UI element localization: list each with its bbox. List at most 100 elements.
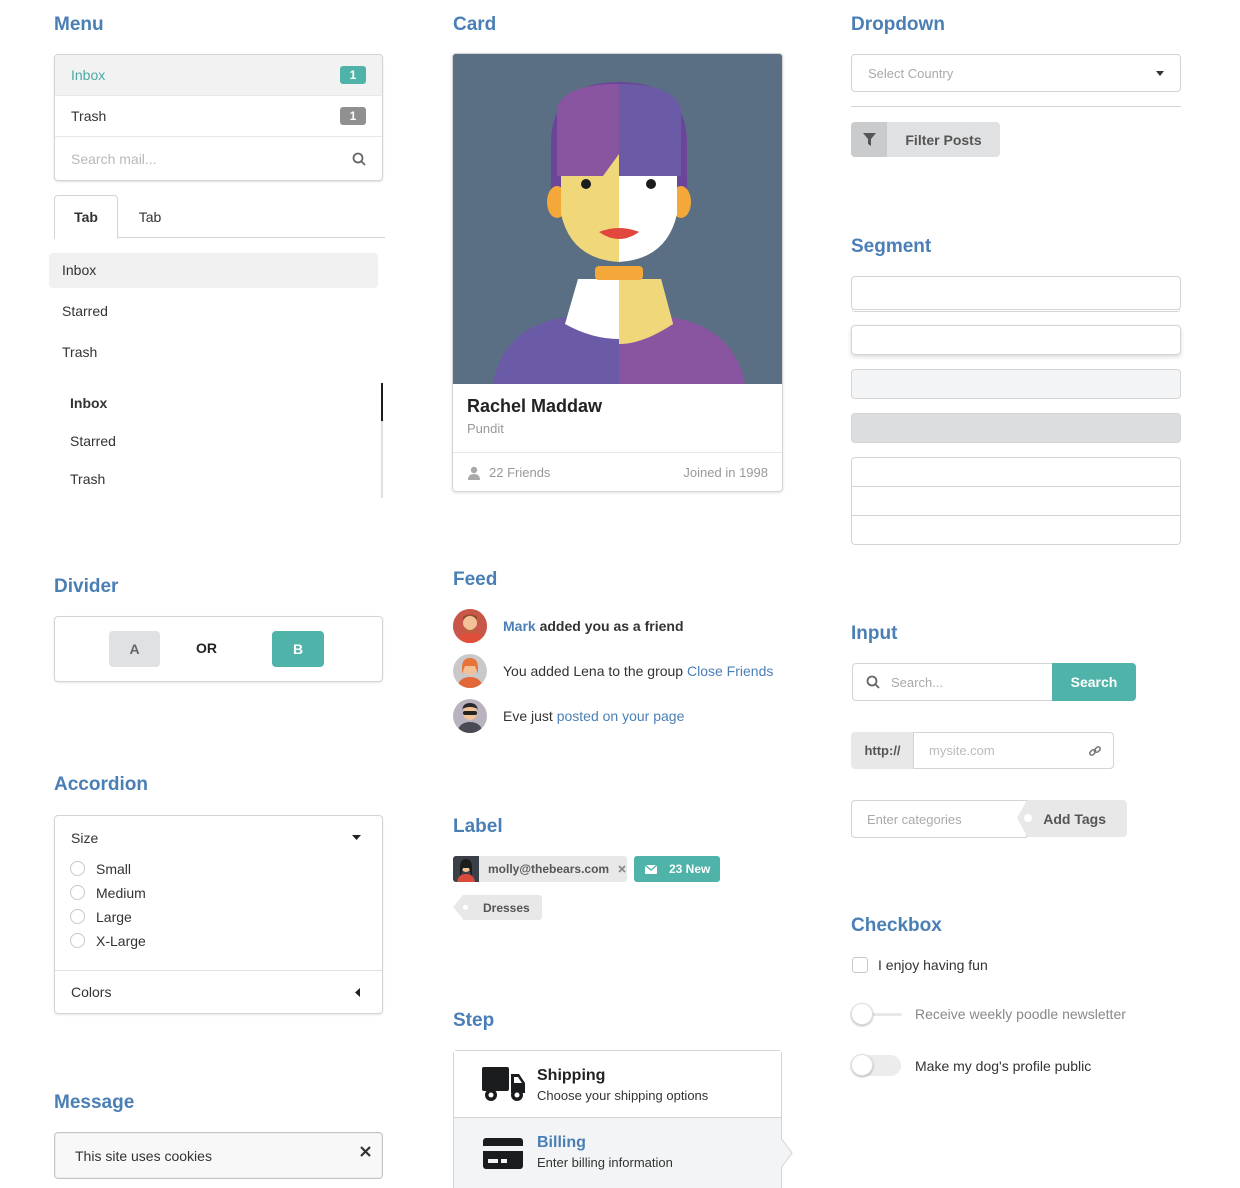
- url-input[interactable]: mysite.com: [913, 732, 1114, 769]
- profile-illustration: [453, 54, 782, 384]
- public-profile-toggle-knob[interactable]: [851, 1054, 873, 1076]
- menu-item-trash[interactable]: Trash 1: [55, 96, 382, 137]
- friends-link[interactable]: 22 Friends: [467, 465, 550, 480]
- feed-event-1: Mark added you as a friend: [503, 618, 684, 634]
- step-desc: Enter billing information: [537, 1155, 673, 1170]
- vertical-menu-item-starred[interactable]: Starred: [62, 303, 108, 319]
- tag-label-text: Dresses: [483, 900, 530, 915]
- search-button[interactable]: Search: [1052, 663, 1136, 701]
- step-billing[interactable]: Billing Enter billing information: [454, 1118, 781, 1188]
- count-badge: 1: [340, 107, 366, 125]
- radio-large[interactable]: [70, 909, 85, 924]
- vertical-menu-active-bg: [49, 253, 378, 288]
- section-title-checkbox: Checkbox: [851, 915, 942, 936]
- categories-placeholder: Enter categories: [867, 811, 962, 827]
- pointing-menu-item-trash[interactable]: Trash: [70, 471, 105, 487]
- radio-label-large: Large: [96, 909, 132, 925]
- pointing-menu-item-starred[interactable]: Starred: [70, 433, 116, 449]
- vertical-menu-item-inbox[interactable]: Inbox: [62, 262, 96, 278]
- tab-1[interactable]: Tab: [54, 195, 118, 239]
- filter-icon: [851, 122, 887, 157]
- card-meta: Pundit: [467, 421, 504, 436]
- segment-group: [851, 457, 1181, 545]
- avatar-molly: [453, 856, 479, 882]
- card-name: Rachel Maddaw: [467, 396, 603, 416]
- secondary-segment: [851, 369, 1181, 399]
- section-title-dropdown: Dropdown: [851, 14, 945, 35]
- active-step-pointer: [781, 1138, 793, 1168]
- email-label[interactable]: molly@thebears.com: [453, 856, 627, 882]
- pointing-menu-active-indicator: [381, 383, 383, 421]
- feed-event-2: You added Lena to the group Close Friend…: [503, 663, 773, 679]
- profile-card[interactable]: Rachel Maddaw Pundit 22 Friends Joined i…: [452, 53, 783, 492]
- section-title-divider: Divider: [54, 576, 119, 597]
- url-placeholder: mysite.com: [929, 743, 995, 758]
- search-input[interactable]: Search...: [852, 663, 1053, 701]
- step-title: Billing: [537, 1134, 586, 1151]
- section-title-accordion: Accordion: [54, 774, 148, 795]
- user-icon: [468, 466, 480, 480]
- menu-item-inbox[interactable]: Inbox 1: [55, 55, 382, 96]
- step-group: Shipping Choose your shipping options Bi…: [453, 1050, 782, 1188]
- new-mail-count: 23 New: [669, 862, 711, 876]
- cookie-message: This site uses cookies: [54, 1132, 383, 1179]
- step-shipping[interactable]: Shipping Choose your shipping options: [454, 1051, 781, 1118]
- option-b-button[interactable]: B: [272, 631, 324, 667]
- avatar-eve[interactable]: [453, 699, 487, 733]
- segment-separator: [852, 515, 1180, 516]
- segment-separator: [852, 486, 1180, 487]
- mail-icon: [645, 864, 657, 874]
- avatar-mark[interactable]: [453, 609, 487, 643]
- mail-menu: Inbox 1 Trash 1 Search mail...: [54, 54, 383, 181]
- pointing-menu-item-inbox[interactable]: Inbox: [70, 395, 107, 411]
- feed-post-link[interactable]: posted on your page: [557, 708, 685, 724]
- card-footer: 22 Friends Joined in 1998: [453, 452, 782, 491]
- section-title-input: Input: [851, 623, 898, 644]
- section-title-step: Step: [453, 1010, 495, 1031]
- email-label-text: molly@thebears.com: [488, 862, 610, 876]
- feed-user-link[interactable]: Mark: [503, 618, 536, 634]
- radio-medium[interactable]: [70, 885, 85, 900]
- radio-label-small: Small: [96, 861, 132, 877]
- slider-label-newsletter: Receive weekly poodle newsletter: [915, 1006, 1126, 1022]
- message-text: This site uses cookies: [75, 1148, 212, 1164]
- fun-checkbox[interactable]: [852, 957, 868, 973]
- radio-small[interactable]: [70, 861, 85, 876]
- new-mail-label[interactable]: 23 New: [634, 856, 720, 882]
- feed-group-link[interactable]: Close Friends: [687, 663, 773, 679]
- option-a-button[interactable]: A: [109, 631, 160, 667]
- tag-label-dresses[interactable]: Dresses: [453, 895, 542, 920]
- raised-segment: [851, 325, 1181, 355]
- section-title-label: Label: [453, 816, 503, 837]
- truck-icon: [482, 1067, 525, 1101]
- categories-input[interactable]: Enter categories: [851, 800, 1027, 838]
- country-dropdown[interactable]: Select Country: [851, 54, 1181, 92]
- url-prefix-label: http://: [851, 732, 914, 769]
- accordion-title-size[interactable]: Size: [71, 830, 98, 846]
- search-icon: [352, 152, 366, 166]
- radio-label-x-large: X-Large: [96, 933, 146, 949]
- caret-down-icon: [352, 835, 361, 840]
- mail-search-input[interactable]: Search mail...: [55, 137, 382, 180]
- divider-demo: [54, 616, 383, 682]
- radio-x-large[interactable]: [70, 933, 85, 948]
- filter-posts-button[interactable]: Filter Posts: [851, 122, 1000, 157]
- avatar-lena[interactable]: [453, 654, 487, 688]
- newsletter-slider-knob[interactable]: [851, 1003, 873, 1025]
- close-icon[interactable]: [618, 865, 626, 873]
- add-tags-button[interactable]: Add Tags: [1017, 800, 1127, 837]
- stacked-segment: [851, 276, 1181, 310]
- vertical-menu-item-trash[interactable]: Trash: [62, 344, 97, 360]
- search-placeholder: Search...: [891, 674, 944, 690]
- friends-count: 22 Friends: [489, 465, 551, 480]
- section-title-menu: Menu: [54, 14, 104, 35]
- credit-card-icon: [483, 1138, 523, 1169]
- dropdown-divider: [851, 106, 1181, 107]
- caret-down-icon: [1156, 70, 1164, 76]
- tab-2[interactable]: Tab: [118, 195, 182, 238]
- filter-posts-label: Filter Posts: [905, 131, 982, 148]
- section-title-message: Message: [54, 1092, 135, 1113]
- close-icon[interactable]: [360, 1146, 371, 1157]
- accordion-title-colors[interactable]: Colors: [71, 984, 111, 1000]
- accordion-separator: [55, 970, 382, 971]
